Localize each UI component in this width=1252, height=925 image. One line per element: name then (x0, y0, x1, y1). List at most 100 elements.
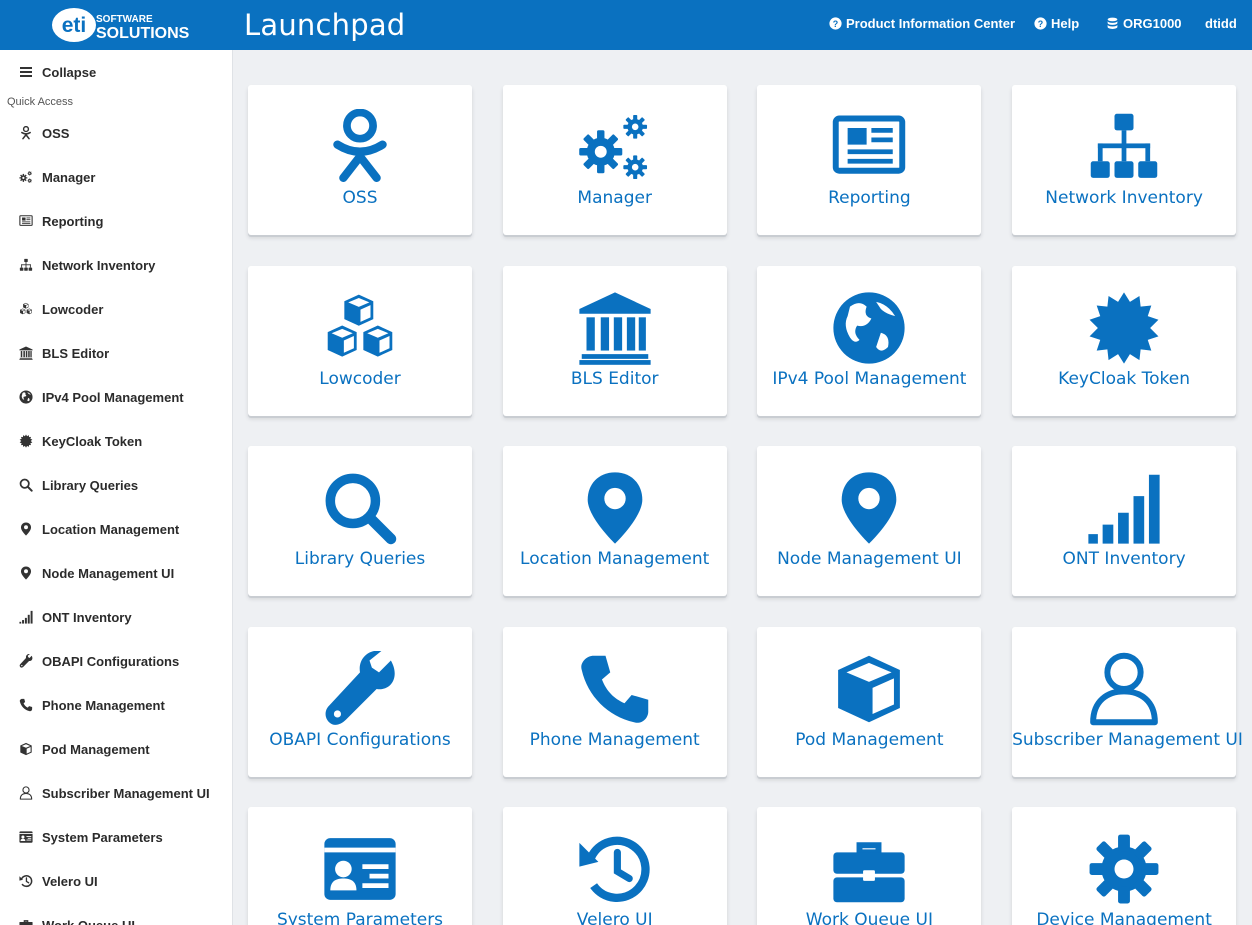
sidebar-item-phone-management[interactable]: Phone Management (0, 690, 232, 720)
sidebar-item-label: KeyCloak Token (42, 433, 143, 449)
tile-subscriber-management-ui[interactable]: Subscriber Management UI (1012, 626, 1243, 777)
tile-ont-inventory[interactable]: ONT Inventory (1012, 446, 1237, 597)
sidebar-item-work-queue-ui[interactable]: Work Queue UI (0, 910, 232, 925)
sidebar-item-pod-management[interactable]: Pod Management (0, 734, 232, 764)
collapse-label: Collapse (42, 64, 97, 80)
tile-label: KeyCloak Token (1058, 368, 1191, 389)
sidebar-item-subscriber-management-ui[interactable]: Subscriber Management UI (0, 778, 232, 808)
tile-work-queue-ui[interactable]: Work Queue UI (757, 807, 982, 925)
sidebar-item-node-management-ui[interactable]: Node Management UI (0, 558, 232, 588)
tile-velero-ui[interactable]: Velero UI (502, 807, 727, 925)
tile-pod-management[interactable]: Pod Management (757, 626, 982, 777)
sidebar-item-ont-inventory[interactable]: ONT Inventory (0, 602, 232, 632)
cubes-icon (19, 302, 33, 316)
tile-label: Reporting (828, 188, 911, 208)
sidebar-item-network-inventory[interactable]: Network Inventory (0, 250, 232, 280)
tile-location-management[interactable]: Location Management (502, 446, 727, 597)
tile-obapi-configurations[interactable]: OBAPI Configurations (248, 626, 472, 777)
newspaper-icon (829, 109, 909, 185)
help-link[interactable]: ? Help (1034, 16, 1079, 31)
sidebar-icon-holder (19, 830, 33, 844)
map-marker-icon (842, 472, 897, 544)
tile-library-queries[interactable]: Library Queries (248, 446, 472, 597)
tile-icon-holder (503, 290, 727, 366)
sidebar-item-bls-editor[interactable]: BLS Editor (0, 338, 232, 368)
tile-icon-holder (503, 651, 727, 727)
sidebar-icon-holder (19, 258, 33, 272)
collapse-button[interactable]: Collapse (0, 57, 232, 87)
tile-system-parameters[interactable]: System Parameters (248, 807, 472, 925)
org-selector[interactable]: ORG1000 (1106, 16, 1182, 31)
sidebar-icon-holder (19, 346, 33, 360)
sidebar-item-label: Pod Management (42, 741, 150, 757)
database-icon (1107, 17, 1118, 29)
tile-oss[interactable]: OSS (248, 85, 472, 235)
product-info-link[interactable]: ? Product Information Center (829, 16, 1015, 31)
sidebar-icon-holder (19, 786, 33, 800)
tile-bls-editor[interactable]: BLS Editor (502, 265, 727, 416)
sidebar-icon-holder (19, 478, 33, 492)
tile-ipv4-pool-management[interactable]: IPv4 Pool Management (757, 265, 982, 416)
sidebar-item-manager[interactable]: Manager (0, 162, 232, 192)
sidebar-item-keycloak-token[interactable]: KeyCloak Token (0, 426, 232, 456)
sidebar-item-ipv4-pool-management[interactable]: IPv4 Pool Management (0, 382, 232, 412)
sidebar-item-oss[interactable]: OSS (0, 118, 232, 148)
tile-label: Location Management (520, 549, 710, 570)
page-title: Launchpad (244, 8, 406, 42)
sidebar-item-system-parameters[interactable]: System Parameters (0, 822, 232, 852)
user-menu[interactable]: dtidd (1205, 16, 1237, 31)
question-circle-icon: ? (829, 17, 842, 30)
wrench-icon (325, 650, 395, 725)
company-logo[interactable]: eti SOFTWARE SOLUTIONS (50, 7, 190, 43)
map-marker-icon (587, 472, 642, 544)
sidebar-icon-holder (19, 302, 33, 316)
tile-network-inventory[interactable]: Network Inventory (1012, 85, 1237, 235)
tile-label: Manager (577, 188, 652, 208)
svg-text:SOFTWARE: SOFTWARE (96, 14, 153, 25)
tile-icon-holder (503, 470, 727, 546)
sidebar-item-location-management[interactable]: Location Management (0, 514, 232, 544)
tile-label: Pod Management (795, 729, 944, 750)
sidebar-item-reporting[interactable]: Reporting (0, 206, 232, 236)
tile-label: BLS Editor (570, 368, 659, 389)
globe-icon (833, 291, 906, 364)
tile-label: ONT Inventory (1062, 549, 1186, 570)
sidebar-item-obapi-configurations[interactable]: OBAPI Configurations (0, 646, 232, 676)
tile-icon-holder (757, 831, 981, 907)
tile-phone-management[interactable]: Phone Management (502, 626, 727, 777)
user-label: dtidd (1205, 16, 1237, 31)
tile-node-management-ui[interactable]: Node Management UI (757, 446, 982, 597)
bars-icon (19, 65, 33, 79)
sidebar-item-lowcoder[interactable]: Lowcoder (0, 294, 232, 324)
sidebar-item-label: Lowcoder (42, 301, 104, 317)
question-circle-icon: ? (1034, 17, 1047, 30)
tile-lowcoder[interactable]: Lowcoder (248, 265, 472, 416)
tile-device-management[interactable]: Device Management (1012, 807, 1237, 925)
sidebar-icon-holder (19, 610, 33, 624)
sidebar-icon-holder (19, 566, 33, 580)
tile-manager[interactable]: Manager (502, 85, 727, 235)
tile-label: System Parameters (276, 910, 444, 925)
sidebar-item-label: Library Queries (42, 477, 139, 493)
sidebar-item-library-queries[interactable]: Library Queries (0, 470, 232, 500)
tile-icon-holder (1012, 109, 1236, 185)
sidebar-item-label: OSS (42, 125, 70, 141)
sidebar-item-velero-ui[interactable]: Velero UI (0, 866, 232, 896)
tile-icon-holder (757, 290, 981, 366)
sidebar-icon-holder (19, 390, 33, 404)
certificate-icon (19, 434, 33, 448)
tile-label: Work Queue UI (805, 910, 933, 925)
sidebar-item-label: Manager (42, 169, 96, 185)
sidebar-icon-holder (19, 742, 33, 756)
tile-keycloak-token[interactable]: KeyCloak Token (1012, 265, 1237, 416)
sidebar-item-label: Subscriber Management UI (42, 785, 210, 801)
sidebar-icon-holder (19, 434, 33, 448)
tile-icon-holder (503, 831, 727, 907)
tile-reporting[interactable]: Reporting (757, 85, 982, 235)
tile-label: IPv4 Pool Management (772, 368, 967, 389)
id-card-icon (324, 838, 396, 901)
search-icon (320, 470, 400, 546)
signal-icon (19, 610, 33, 624)
sidebar-icon-holder (19, 654, 33, 668)
history-icon (575, 831, 655, 907)
